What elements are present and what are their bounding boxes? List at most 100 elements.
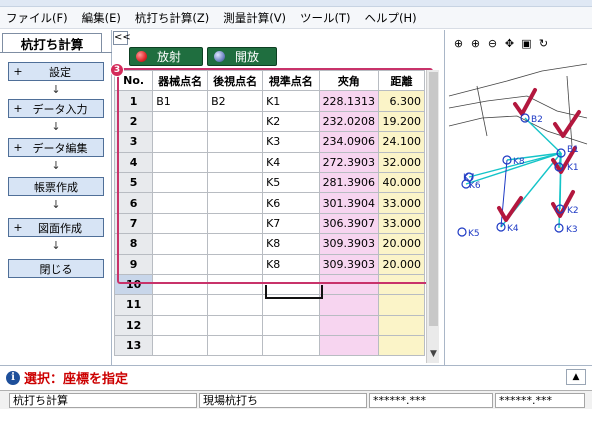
- menu-file[interactable]: ファイル(F): [6, 10, 68, 26]
- cell-collimation-point[interactable]: [262, 314, 320, 337]
- flow-button-data-input[interactable]: + データ入力: [8, 99, 104, 118]
- cell-backsight-point[interactable]: [207, 233, 264, 255]
- flow-button-settings[interactable]: + 設定: [8, 62, 104, 81]
- cell-angle[interactable]: 272.3903: [318, 151, 380, 173]
- cell-distance[interactable]: 19.200: [378, 110, 425, 133]
- table-row[interactable]: 9 K8 309.3903 20.000: [113, 253, 425, 275]
- cell-collimation-point[interactable]: K8: [262, 233, 320, 255]
- row-number[interactable]: 11: [113, 294, 154, 316]
- cell-angle[interactable]: 309.3903: [318, 253, 380, 275]
- cell-instrument-point[interactable]: [152, 110, 209, 133]
- cell-angle[interactable]: [318, 294, 380, 316]
- grid-vertical-scrollbar[interactable]: ▼: [426, 70, 439, 363]
- cell-distance[interactable]: 33.000: [378, 192, 425, 214]
- cell-instrument-point[interactable]: [152, 335, 209, 357]
- cell-backsight-point[interactable]: [207, 335, 264, 357]
- header-instrument-point[interactable]: 器械点名: [152, 69, 209, 92]
- cell-backsight-point[interactable]: [207, 171, 264, 194]
- expand-button[interactable]: ▲: [566, 369, 586, 385]
- cell-distance[interactable]: 6.300: [378, 90, 425, 112]
- header-backsight-point[interactable]: 後視点名: [207, 69, 264, 92]
- table-row[interactable]: 8 K8 309.3903 20.000: [113, 233, 425, 255]
- cell-backsight-point[interactable]: [207, 253, 264, 275]
- collapse-panel-button[interactable]: <<: [113, 31, 131, 45]
- header-collimation-point[interactable]: 視準点名: [262, 69, 320, 92]
- cell-collimation-point[interactable]: K3: [262, 131, 320, 153]
- point-k5[interactable]: [457, 227, 467, 237]
- cell-angle[interactable]: 309.3903: [318, 233, 380, 255]
- cell-distance[interactable]: 33.000: [378, 212, 425, 235]
- cell-instrument-point[interactable]: [152, 273, 209, 296]
- cell-distance[interactable]: 24.100: [378, 131, 425, 153]
- table-row[interactable]: 1 B1 B2 K1 228.1313 6.300: [113, 90, 425, 112]
- cell-angle[interactable]: [318, 314, 380, 337]
- header-angle[interactable]: 夾角: [318, 69, 380, 92]
- fit-icon[interactable]: ▣: [520, 36, 533, 50]
- cell-instrument-point[interactable]: [152, 151, 209, 173]
- cell-backsight-point[interactable]: [207, 212, 264, 235]
- cell-backsight-point[interactable]: [207, 273, 264, 296]
- table-row[interactable]: 7 K7 306.3907 33.000: [113, 212, 425, 235]
- cell-distance[interactable]: 20.000: [378, 233, 425, 255]
- cell-collimation-point[interactable]: K4: [262, 151, 320, 173]
- table-row[interactable]: 5 K5 281.3906 40.000: [113, 171, 425, 194]
- panel-tab-stake-calc[interactable]: 杭打ち計算: [2, 33, 102, 53]
- row-number[interactable]: 12: [113, 314, 154, 337]
- cell-angle[interactable]: 301.3904: [318, 192, 380, 214]
- cell-instrument-point[interactable]: B1: [152, 90, 209, 112]
- table-row[interactable]: 13: [113, 335, 425, 357]
- radial-mode-button[interactable]: 放射: [129, 47, 203, 66]
- map-canvas[interactable]: B2 B1 K8 K7 K6 K1 K2 K3 K4 K5: [447, 56, 591, 356]
- cell-angle[interactable]: [318, 335, 380, 357]
- cell-instrument-point[interactable]: [152, 212, 209, 235]
- cell-instrument-point[interactable]: [152, 253, 209, 275]
- table-row[interactable]: 2 K2 232.0208 19.200: [113, 110, 425, 133]
- cell-collimation-point[interactable]: K6: [262, 192, 320, 214]
- flow-button-drawing[interactable]: + 図面作成: [8, 218, 104, 237]
- row-number[interactable]: 6: [113, 192, 154, 214]
- row-number[interactable]: 1: [113, 90, 154, 112]
- row-number[interactable]: 7: [113, 212, 154, 235]
- cell-angle[interactable]: 234.0906: [318, 131, 380, 153]
- zoom-out-icon[interactable]: ⊖: [486, 36, 499, 50]
- flow-button-report[interactable]: 帳票作成: [8, 177, 104, 196]
- row-number[interactable]: 10: [113, 273, 154, 296]
- cell-angle[interactable]: 281.3906: [318, 171, 380, 194]
- cell-backsight-point[interactable]: [207, 131, 264, 153]
- zoom-in-icon[interactable]: ⊕: [452, 36, 465, 50]
- cell-angle[interactable]: 228.1313: [318, 90, 380, 112]
- cell-instrument-point[interactable]: [152, 294, 209, 316]
- cell-distance[interactable]: [378, 335, 425, 357]
- flow-button-close[interactable]: 閉じる: [8, 259, 104, 278]
- row-number[interactable]: 4: [113, 151, 154, 173]
- cell-angle[interactable]: 306.3907: [318, 212, 380, 235]
- cell-angle[interactable]: 232.0208: [318, 110, 380, 133]
- cell-distance[interactable]: 40.000: [378, 171, 425, 194]
- menu-stake-calc[interactable]: 杭打ち計算(Z): [135, 10, 209, 26]
- refresh-icon[interactable]: ↻: [537, 36, 550, 50]
- menu-help[interactable]: ヘルプ(H): [365, 10, 417, 26]
- cell-instrument-point[interactable]: [152, 171, 209, 194]
- cell-instrument-point[interactable]: [152, 314, 209, 337]
- cell-collimation-point[interactable]: K7: [262, 212, 320, 235]
- scroll-down-icon[interactable]: ▼: [427, 349, 440, 361]
- cell-backsight-point[interactable]: [207, 294, 264, 316]
- row-number[interactable]: 8: [113, 233, 154, 255]
- menu-tools[interactable]: ツール(T): [300, 10, 351, 26]
- row-number[interactable]: 3: [113, 131, 154, 153]
- cell-collimation-point[interactable]: [262, 335, 320, 357]
- cell-backsight-point[interactable]: B2: [207, 90, 264, 112]
- table-row[interactable]: 12: [113, 314, 425, 337]
- cell-collimation-point[interactable]: K2: [262, 110, 320, 133]
- table-row[interactable]: 6 K6 301.3904 33.000: [113, 192, 425, 214]
- row-number[interactable]: 9: [113, 253, 154, 275]
- cell-instrument-point[interactable]: [152, 192, 209, 214]
- cell-instrument-point[interactable]: [152, 233, 209, 255]
- cell-backsight-point[interactable]: [207, 110, 264, 133]
- open-mode-button[interactable]: 開放: [207, 47, 277, 66]
- cell-distance[interactable]: [378, 273, 425, 296]
- cell-collimation-point[interactable]: K1: [262, 90, 320, 112]
- cell-distance[interactable]: [378, 294, 425, 316]
- pan-icon[interactable]: ✥: [503, 36, 516, 50]
- cell-angle[interactable]: [318, 273, 380, 296]
